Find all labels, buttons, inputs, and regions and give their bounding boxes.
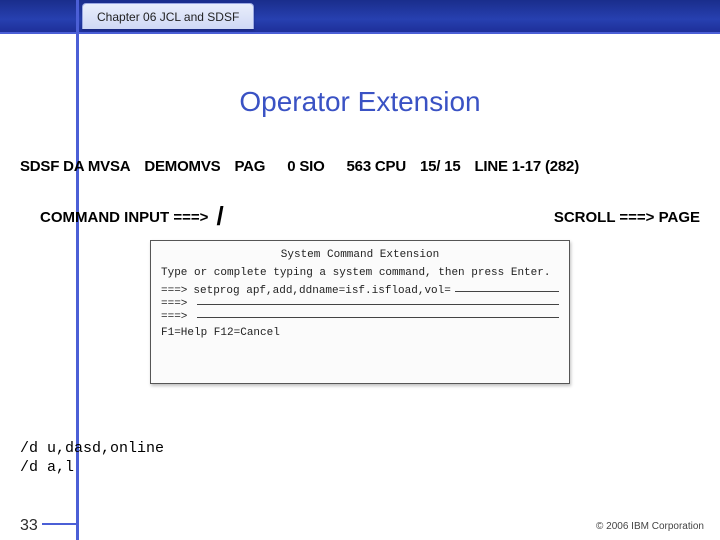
sdsf-cpu: 563 CPU [347,158,406,175]
chapter-tab: Chapter 06 JCL and SDSF [82,3,254,29]
scroll-label: SCROLL ===> PAGE [554,209,700,226]
command-slash: / [217,201,224,232]
example-cmd-1: /d u,dasd,online [20,440,164,459]
command-input-label: COMMAND INPUT ===> [40,209,208,226]
slide-title: Operator Extension [0,86,720,118]
system-command-extension-panel: System Command Extension Type or complet… [150,240,570,384]
panel-row-1: ===> setprog apf,add,ddname=isf.isfload,… [161,285,559,297]
panel-fkeys: F1=Help F12=Cancel [161,327,559,339]
prompt-arrow: ===> [161,285,187,297]
prompt-arrow: ===> [161,298,187,310]
command-input-line: COMMAND INPUT ===> / SCROLL ===> PAGE [40,198,700,229]
copyright: © 2006 IBM Corporation [596,521,704,532]
input-underline [197,304,559,305]
prompt-arrow: ===> [161,311,187,323]
example-cmd-2: /d a,l [20,459,164,478]
sdsf-ratio: 15/ 15 [420,158,461,175]
command-input-left: COMMAND INPUT ===> / [40,198,224,229]
footer: 33 © 2006 IBM Corporation [0,512,720,540]
sdsf-system: DEMOMVS [144,158,220,175]
sdsf-line-range: LINE 1-17 (282) [474,158,579,175]
input-underline [197,317,559,318]
sdsf-status-line: SDSF DA MVSA DEMOMVS PAG 0 SIO 563 CPU 1… [20,158,700,175]
panel-row-2: ===> [161,298,559,310]
sdsf-pag: PAG [234,158,265,175]
panel-instruction: Type or complete typing a system command… [161,267,559,279]
example-commands: /d u,dasd,online /d a,l [20,440,164,478]
sdsf-sio: 0 SIO [287,158,324,175]
input-underline [455,291,559,292]
panel-command-text: setprog apf,add,ddname=isf.isfload,vol= [193,285,450,297]
page-number: 33 [20,517,38,535]
chapter-label: Chapter 06 JCL and SDSF [97,10,239,24]
panel-row-3: ===> [161,311,559,323]
panel-title: System Command Extension [161,249,559,261]
sdsf-prefix: SDSF DA MVSA [20,158,130,175]
